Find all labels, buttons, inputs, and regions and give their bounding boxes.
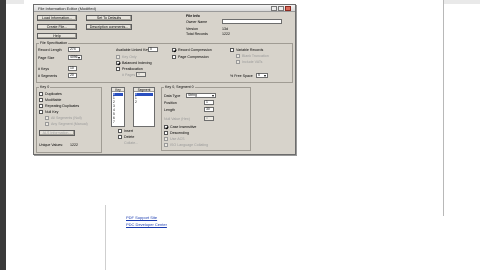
all-segments-null-radio[interactable] — [45, 116, 49, 120]
total-records-value: 1222 — [222, 32, 230, 36]
set-defaults-button[interactable]: Set To Defaults — [86, 15, 132, 21]
any-segment-null-label: Any Segment (Manual) — [51, 122, 88, 126]
pages-label: # Pages — [122, 73, 136, 77]
repeating-duplicates-label: Repeating Duplicates — [45, 104, 80, 108]
modifiable-label: Modifiable — [45, 98, 62, 102]
unique-values-label: Unique Values: — [39, 143, 64, 147]
page-compression-label: Page Compression — [178, 55, 209, 59]
insert-key-checkbox[interactable] — [118, 129, 122, 133]
record-length-label: Record Length — [38, 48, 62, 52]
owner-name-label: Owner Name — [186, 20, 208, 24]
data-type-label: Data Type — [164, 94, 181, 98]
position-label: Position — [164, 101, 177, 105]
page-compression-checkbox[interactable] — [172, 55, 176, 59]
als-information-button[interactable]: ALS Information... — [39, 130, 75, 136]
available-linked-keys-label: Available Linked Keys — [116, 48, 152, 52]
segment-list-header: Segment — [134, 88, 154, 92]
minimize-button[interactable] — [271, 6, 277, 11]
list-item[interactable]: 2 — [135, 100, 137, 104]
file-info-title: File Info — [186, 14, 200, 18]
page-size-select[interactable]: 4096 — [68, 55, 82, 60]
dialog-titlebar[interactable]: File Information Editor (Modified) — [34, 5, 295, 12]
segment-listbox[interactable]: Segment 0 1 2 — [133, 87, 155, 127]
segments-input[interactable]: 20 — [68, 73, 77, 78]
include-vats-checkbox[interactable] — [236, 60, 240, 64]
key-only-label: Key Only — [122, 55, 137, 59]
include-vats-label: Include VATs — [242, 60, 263, 64]
version-value: 13d — [222, 27, 228, 31]
owner-name-input[interactable] — [222, 19, 282, 24]
variable-records-label: Variable Records — [236, 48, 264, 52]
segments-label: # Segments — [38, 74, 58, 78]
total-records-label: Total Records — [186, 32, 208, 36]
length-label: Length — [164, 108, 175, 112]
file-specification-title: File Specification — [39, 41, 69, 45]
balanced-indexing-checkbox[interactable] — [116, 61, 120, 65]
position-input[interactable]: 1 — [204, 100, 214, 105]
left-sidebar — [0, 0, 6, 270]
pages-input[interactable]: 0 — [136, 72, 146, 77]
create-file-button[interactable]: Create File... — [37, 24, 77, 30]
use-acs-label: Use ACS — [170, 137, 185, 141]
blank-truncation-checkbox[interactable] — [236, 54, 240, 58]
available-linked-keys-input[interactable]: 0 — [148, 47, 158, 52]
case-insensitive-label: Case Insensitive — [170, 125, 197, 129]
free-space-label: % Free Space — [230, 74, 253, 78]
preallocation-checkbox[interactable] — [116, 67, 120, 71]
page-size-label: Page Size — [38, 56, 55, 60]
keys-label: # Keys — [38, 67, 49, 71]
use-acs-checkbox[interactable] — [164, 137, 168, 141]
null-value-input[interactable]: 0 — [204, 116, 214, 121]
list-item[interactable]: 7 — [113, 120, 115, 124]
record-compression-checkbox[interactable] — [172, 48, 176, 52]
delete-label[interactable]: Delete — [124, 135, 134, 139]
key-only-checkbox[interactable] — [116, 55, 120, 59]
record-length-input[interactable]: 274 — [68, 47, 80, 52]
dialog-title: File Information Editor (Modified) — [38, 6, 97, 11]
keys-input[interactable]: 10 — [68, 66, 77, 71]
key-listbox[interactable]: Key 0 1 2 3 4 5 6 7 — [111, 87, 125, 127]
background-divider — [105, 205, 106, 270]
list-item[interactable]: 0 — [135, 92, 153, 96]
descending-checkbox[interactable] — [164, 131, 168, 135]
file-information-editor-dialog: File Information Editor (Modified) Load … — [33, 4, 296, 155]
insert-label[interactable]: Insert — [124, 129, 133, 133]
variable-records-checkbox[interactable] — [230, 48, 234, 52]
maximize-button[interactable] — [278, 6, 284, 11]
delete-key-checkbox[interactable] — [118, 135, 122, 139]
developer-center-link[interactable]: PDC Developer Center — [126, 222, 167, 227]
help-button[interactable]: Help — [37, 33, 77, 39]
null-key-label: Null Key — [45, 110, 59, 114]
support-link[interactable]: PDF Support Site — [126, 215, 157, 220]
null-key-checkbox[interactable] — [39, 110, 43, 114]
free-space-select[interactable]: 5 — [256, 73, 268, 78]
modifiable-checkbox[interactable] — [39, 98, 43, 102]
unique-values-value: 1222 — [70, 143, 78, 147]
null-value-label: Null Value (Hex) — [164, 117, 190, 121]
all-segments-null-label: All Segments (Null) — [51, 116, 82, 120]
segment-group-title: Key 0, Segment 0 — [164, 85, 195, 89]
version-label: Version — [186, 27, 198, 31]
duplicates-checkbox[interactable] — [39, 92, 43, 96]
collate-label[interactable]: Collate... — [124, 141, 138, 145]
description-comments-button[interactable]: Description comments... — [86, 24, 132, 30]
record-compression-label: Record Compression — [178, 48, 212, 52]
case-insensitive-checkbox[interactable] — [164, 125, 168, 129]
close-button[interactable] — [285, 6, 291, 11]
iso-collating-checkbox[interactable] — [164, 143, 168, 147]
length-input[interactable]: 30 — [204, 107, 214, 112]
repeating-duplicates-checkbox[interactable] — [39, 104, 43, 108]
blank-truncation-label: Blank Truncation — [242, 54, 269, 58]
data-type-select[interactable]: String — [186, 93, 216, 98]
load-information-button[interactable]: Load Information... — [37, 15, 77, 21]
preallocation-label: Preallocation — [122, 67, 143, 71]
iso-collating-label: ISO Language Collating — [170, 143, 209, 147]
any-segment-null-radio[interactable] — [45, 122, 49, 126]
key-group-title: Key 0 — [39, 85, 51, 89]
duplicates-label: Duplicates — [45, 92, 62, 96]
descending-label: Descending — [170, 131, 189, 135]
balanced-indexing-label: Balanced Indexing — [122, 61, 152, 65]
